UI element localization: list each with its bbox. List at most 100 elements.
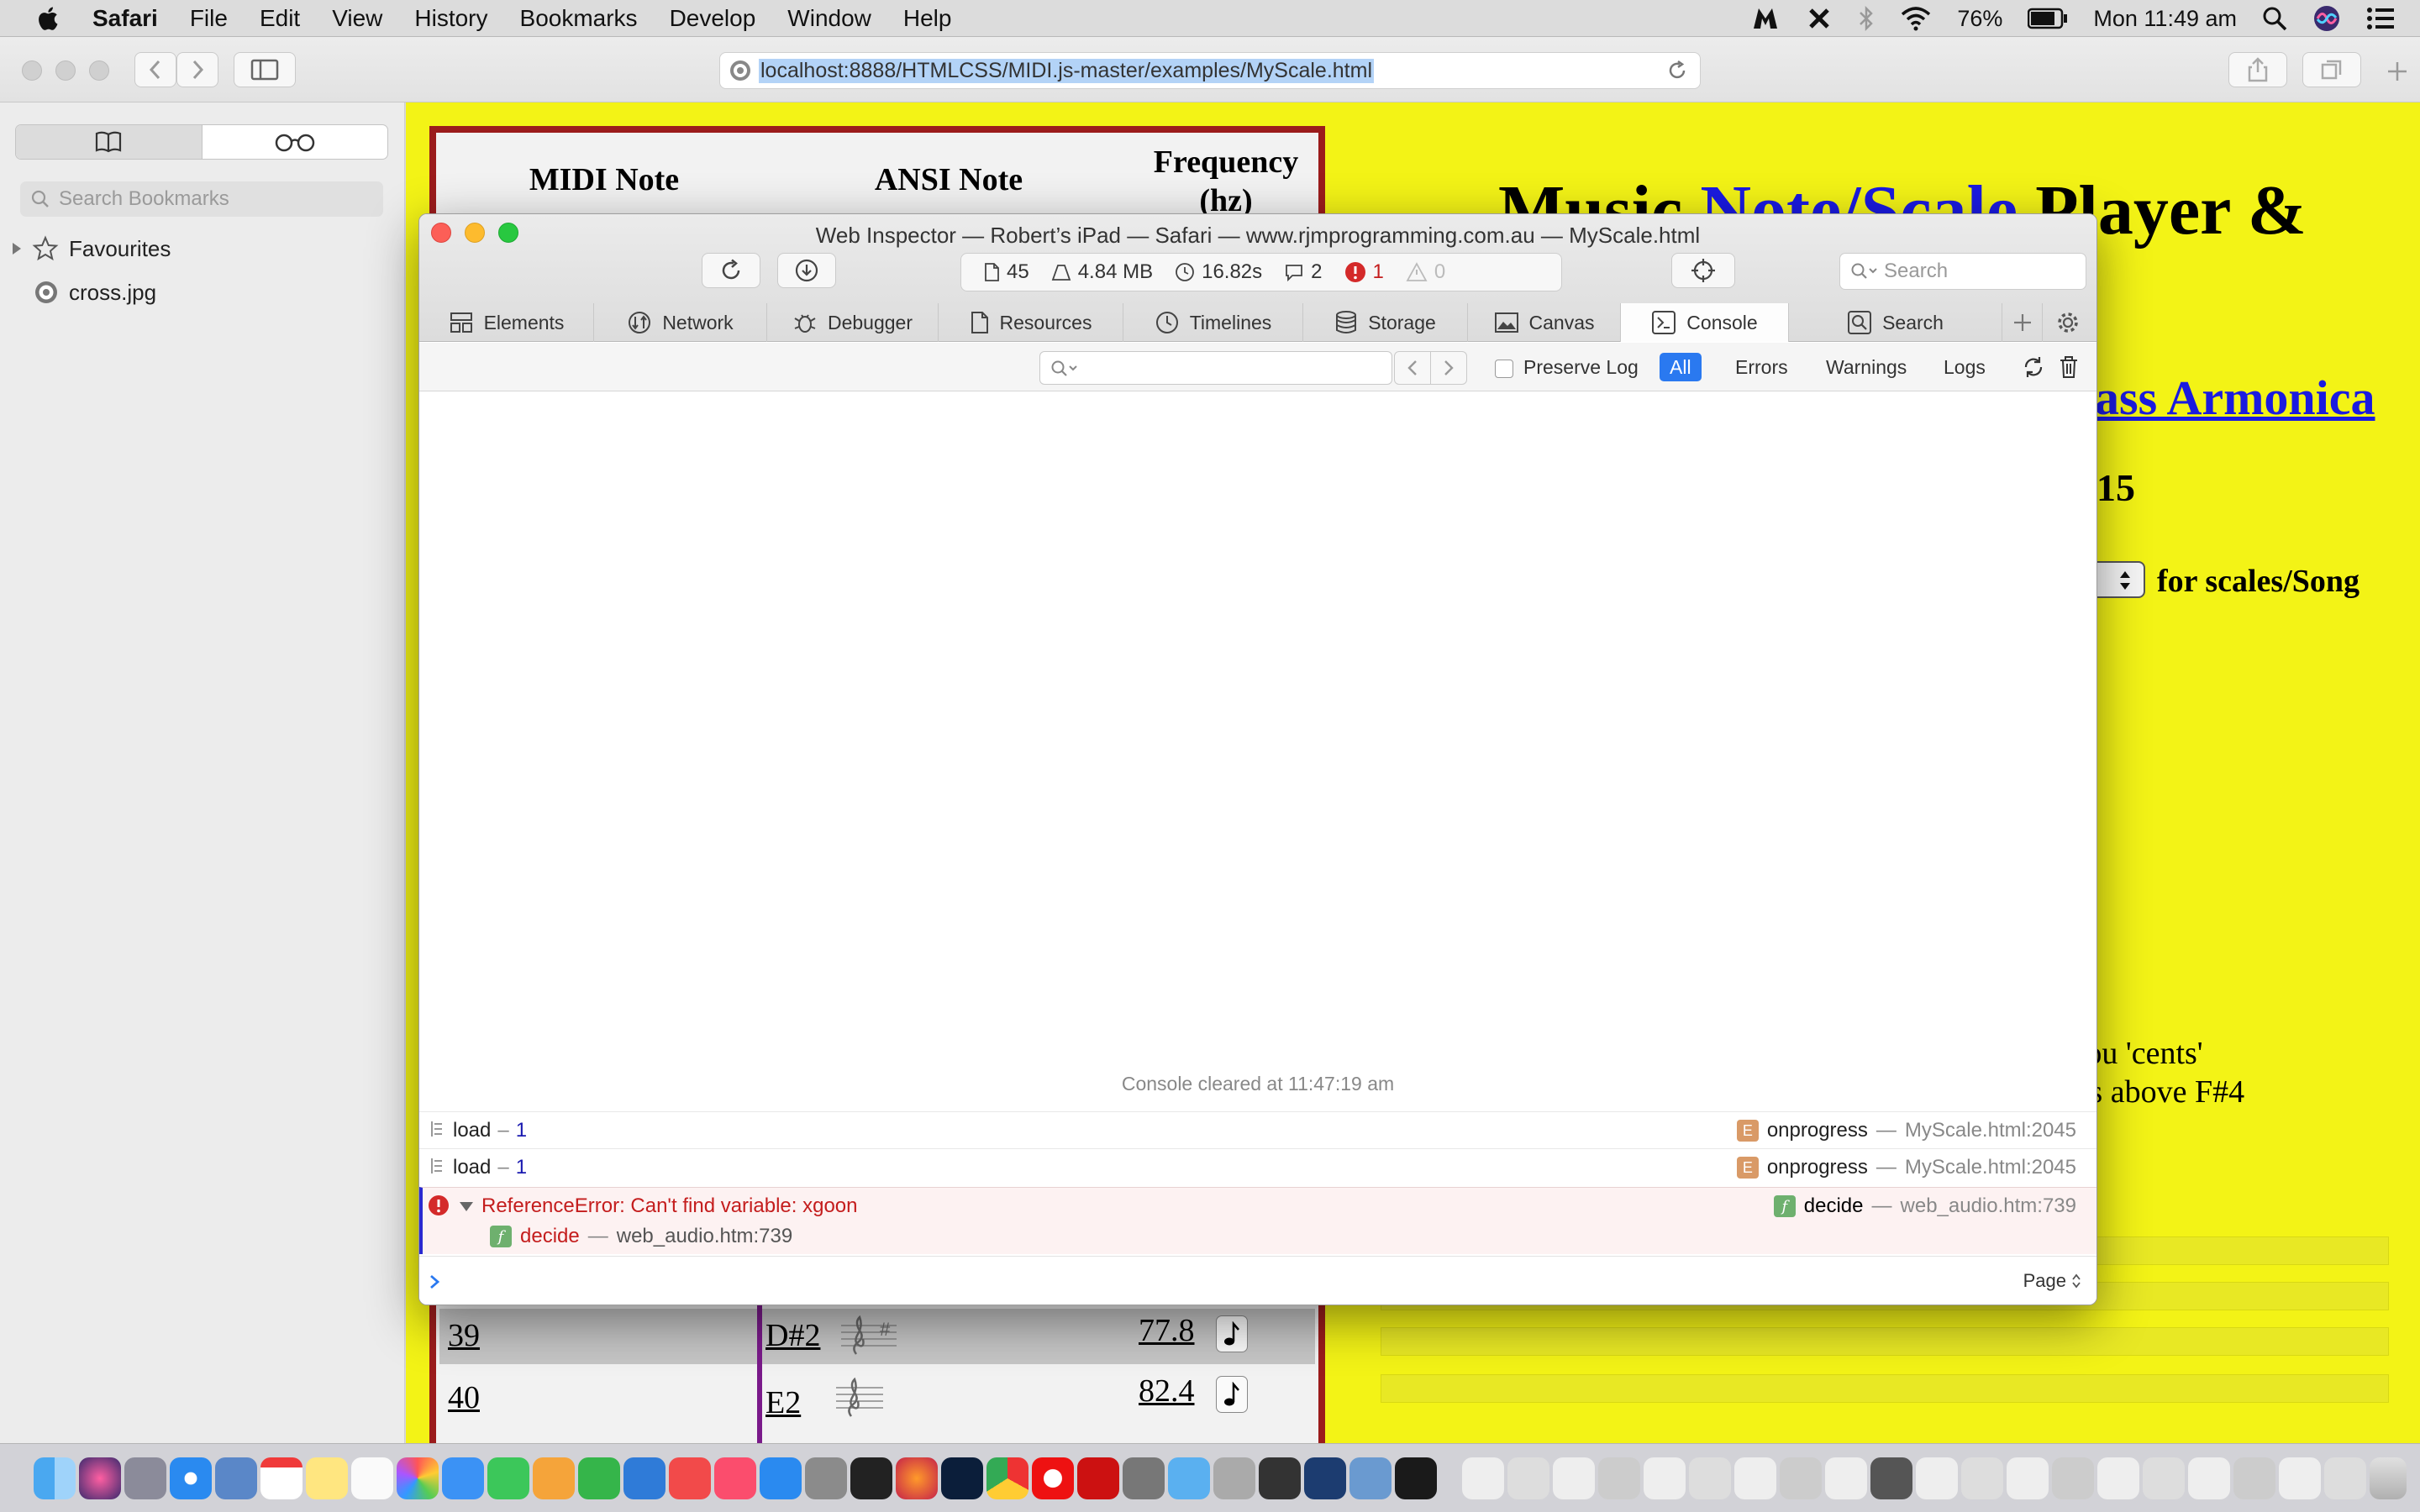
tab-network[interactable]: Network — [594, 303, 767, 342]
menu-history[interactable]: History — [414, 5, 487, 32]
document-thumbnail[interactable] — [2279, 1457, 2321, 1499]
tab-storage[interactable]: Storage — [1303, 303, 1468, 342]
document-thumbnail[interactable] — [1644, 1457, 1686, 1499]
console-error-message[interactable]: ReferenceError: Can't find variable: xgo… — [419, 1187, 2096, 1254]
document-thumbnail[interactable] — [1734, 1457, 1776, 1499]
malwarebytes-icon[interactable] — [1750, 5, 1781, 32]
screen-sharing-icon[interactable] — [1349, 1457, 1392, 1499]
back-button[interactable] — [134, 52, 176, 87]
safari-dock-icon[interactable] — [170, 1457, 212, 1499]
midi-cell[interactable]: 40 — [448, 1379, 480, 1416]
resource-count[interactable]: 45 — [983, 260, 1029, 284]
sidebar-toggle-button[interactable] — [234, 52, 296, 87]
tab-search[interactable]: Search — [1789, 303, 2002, 342]
facetime-icon[interactable] — [487, 1457, 529, 1499]
tab-elements[interactable]: Elements — [419, 303, 594, 342]
warning-count[interactable]: 0 — [1406, 260, 1445, 284]
stack-frame[interactable]: f decide — web_audio.htm:739 — [490, 1225, 792, 1248]
error-count[interactable]: 1 — [1344, 260, 1384, 284]
app-store-icon[interactable] — [760, 1457, 802, 1499]
document-thumbnail[interactable] — [2097, 1457, 2139, 1499]
element-picker-button[interactable] — [1671, 253, 1735, 288]
script-editor-icon[interactable] — [1213, 1457, 1255, 1499]
document-thumbnail[interactable] — [1553, 1457, 1595, 1499]
new-tab-button[interactable] — [2002, 303, 2043, 342]
document-thumbnail[interactable] — [1462, 1457, 1504, 1499]
keynote-icon[interactable] — [623, 1457, 666, 1499]
notification-center-icon[interactable] — [2366, 7, 2395, 30]
resource-size[interactable]: 4.84 MB — [1051, 260, 1153, 284]
glass-armonica-link[interactable]: ass Armonica — [2095, 370, 2375, 426]
menu-bookmarks[interactable]: Bookmarks — [520, 5, 638, 32]
sidebar-item-cross-jpg[interactable]: cross.jpg — [0, 276, 156, 309]
tools-icon[interactable] — [1806, 5, 1833, 32]
new-tab-icon[interactable] — [2385, 59, 2410, 84]
tab-resources[interactable]: Resources — [939, 303, 1123, 342]
document-thumbnail[interactable] — [1507, 1457, 1549, 1499]
pages-icon[interactable] — [533, 1457, 575, 1499]
document-thumbnail[interactable] — [2324, 1457, 2366, 1499]
address-bar[interactable]: localhost:8888/HTMLCSS/MIDI.js-master/ex… — [719, 52, 1701, 89]
document-thumbnail[interactable] — [2143, 1457, 2185, 1499]
document-thumbnail[interactable] — [1825, 1457, 1867, 1499]
filter-errors-button[interactable]: Errors — [1735, 353, 1788, 381]
siri-dock-icon[interactable] — [79, 1457, 121, 1499]
inspector-dashboard[interactable]: 45 4.84 MB 16.82s 2 1 0 — [960, 253, 1562, 291]
frequency-cell[interactable]: 82.4 — [1139, 1373, 1195, 1410]
midi-cell[interactable]: 39 — [448, 1317, 480, 1354]
clock[interactable]: Mon 11:49 am — [2093, 6, 2237, 32]
bluetooth-icon[interactable] — [1858, 5, 1875, 32]
forward-button[interactable] — [176, 52, 218, 87]
document-thumbnail[interactable] — [2233, 1457, 2275, 1499]
url-text[interactable]: localhost:8888/HTMLCSS/MIDI.js-master/ex… — [759, 58, 1375, 83]
share-button[interactable] — [2228, 52, 2287, 87]
call-site-source[interactable]: MyScale.html:2045 — [1905, 1156, 2076, 1179]
document-thumbnail[interactable] — [1916, 1457, 1958, 1499]
apple-menu-icon[interactable] — [34, 3, 64, 34]
menu-file[interactable]: File — [190, 5, 228, 32]
photos-icon[interactable] — [397, 1457, 439, 1499]
launchpad-icon[interactable] — [124, 1457, 166, 1499]
filter-all-button[interactable]: All — [1660, 353, 1702, 381]
console-app-icon[interactable] — [1259, 1457, 1301, 1499]
ansi-cell[interactable]: E2 — [765, 1384, 801, 1421]
activity-monitor-icon[interactable] — [1395, 1457, 1437, 1499]
reading-list-tab[interactable] — [203, 125, 388, 159]
wifi-icon[interactable] — [1900, 6, 1932, 31]
evaluate-refresh-icon[interactable] — [2021, 354, 2046, 380]
finder-icon[interactable] — [34, 1457, 76, 1499]
safari-zoom-button[interactable] — [89, 60, 109, 81]
trash-icon[interactable] — [2058, 354, 2080, 380]
tab-debugger[interactable]: Debugger — [767, 303, 939, 342]
previous-match-button[interactable] — [1394, 351, 1431, 385]
settings-button[interactable] — [2043, 303, 2093, 342]
play-note-button[interactable] — [1216, 1315, 1248, 1352]
document-thumbnail[interactable] — [2052, 1457, 2094, 1499]
stack-source[interactable]: web_audio.htm:739 — [617, 1225, 792, 1248]
battery-icon[interactable] — [2028, 8, 2068, 29]
bookmarks-search-input[interactable]: Search Bookmarks — [20, 181, 383, 217]
calendar-icon[interactable] — [260, 1457, 302, 1499]
error-source[interactable]: web_audio.htm:739 — [1901, 1194, 2076, 1218]
spotlight-icon[interactable] — [2262, 6, 2287, 31]
safari-minimize-button[interactable] — [55, 60, 76, 81]
quicktime-icon[interactable] — [1304, 1457, 1346, 1499]
document-thumbnail[interactable] — [2188, 1457, 2230, 1499]
ansi-cell[interactable]: D#2 — [765, 1317, 820, 1354]
console-prompt[interactable]: Page — [419, 1256, 2096, 1305]
document-thumbnail[interactable] — [1598, 1457, 1640, 1499]
reminders-icon[interactable] — [351, 1457, 393, 1499]
bookmarks-tab[interactable] — [16, 125, 203, 159]
document-thumbnail[interactable] — [1961, 1457, 2003, 1499]
menu-window[interactable]: Window — [787, 5, 871, 32]
disclosure-triangle-icon[interactable] — [10, 240, 24, 257]
notes-icon[interactable] — [306, 1457, 348, 1499]
mamp-icon[interactable] — [1123, 1457, 1165, 1499]
call-site-source[interactable]: MyScale.html:2045 — [1905, 1119, 2076, 1142]
preview-icon[interactable] — [215, 1457, 257, 1499]
menu-edit[interactable]: Edit — [260, 5, 300, 32]
play-note-button[interactable] — [1216, 1376, 1248, 1413]
log-count[interactable]: 2 — [1284, 260, 1323, 284]
disclosure-triangle-down-icon[interactable] — [458, 1200, 475, 1213]
tab-console[interactable]: Console — [1621, 303, 1789, 342]
